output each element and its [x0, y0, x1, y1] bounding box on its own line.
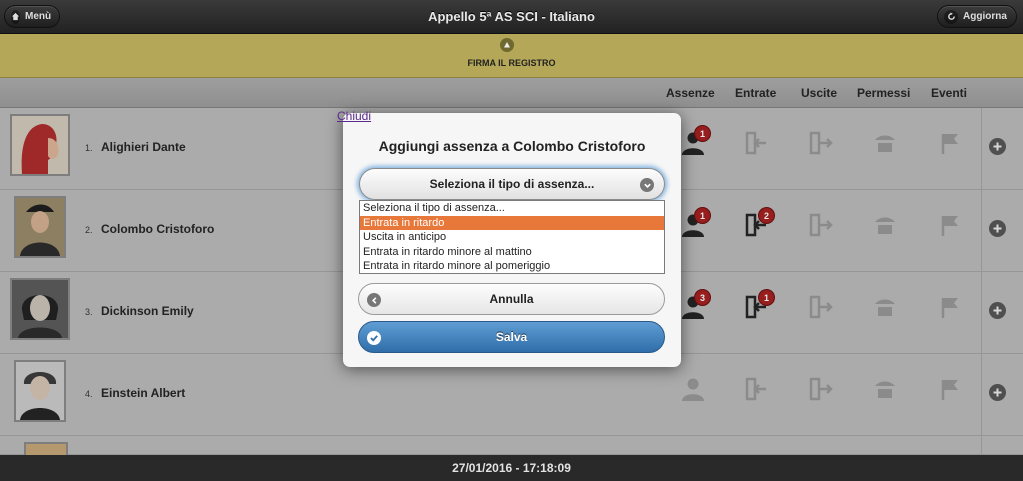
absence-type-option-highlighted[interactable]: Entrata in ritardo [360, 215, 664, 230]
sign-register-bar[interactable]: FIRMA IL REGISTRO [0, 34, 1023, 78]
col-entries: Entrate [735, 86, 777, 100]
datetime-label: 27/01/2016 - 17:18:09 [452, 461, 571, 475]
chevron-down-icon [640, 178, 654, 192]
footer-bar: 27/01/2016 - 17:18:09 [0, 455, 1023, 481]
top-bar: Menù Appello 5ª AS SCI - Italiano Aggior… [0, 0, 1023, 34]
absence-type-option[interactable]: Entrata in ritardo minore al mattino [360, 245, 664, 260]
page-title: Appello 5ª AS SCI - Italiano [428, 9, 595, 24]
col-absences: Assenze [666, 86, 715, 100]
check-icon [367, 331, 381, 345]
refresh-button[interactable]: Aggiorna [937, 5, 1017, 28]
refresh-button-label: Aggiorna [963, 11, 1007, 22]
absence-type-option[interactable]: Uscita in anticipo [360, 230, 664, 245]
dialog-title: Aggiungi assenza a Colombo Cristoforo [378, 138, 646, 154]
col-permissions: Permessi [857, 86, 911, 100]
save-button-label: Salva [495, 330, 528, 344]
close-link[interactable]: Chiudi [337, 109, 371, 123]
save-button[interactable]: Salva [358, 321, 665, 353]
col-exits: Uscite [801, 86, 838, 100]
absence-type-options: Seleziona il tipo di assenza... Entrata … [359, 200, 665, 274]
chevron-left-icon [367, 293, 381, 307]
refresh-icon [944, 9, 958, 24]
sign-register-label: FIRMA IL REGISTRO [467, 58, 556, 68]
absence-type-option[interactable]: Entrata in ritardo minore al pomeriggio [360, 259, 664, 274]
cancel-button[interactable]: Annulla [358, 283, 665, 315]
triangle-up-icon [500, 38, 514, 52]
cancel-button-label: Annulla [489, 292, 534, 306]
absence-type-select-label: Seleziona il tipo di assenza... [429, 177, 595, 191]
column-header: Assenze Entrate Uscite Permessi Eventi [0, 78, 1023, 108]
absence-type-option[interactable]: Seleziona il tipo di assenza... [360, 201, 664, 216]
absence-type-select[interactable]: Seleziona il tipo di assenza... [359, 168, 665, 200]
col-events: Eventi [931, 86, 968, 100]
